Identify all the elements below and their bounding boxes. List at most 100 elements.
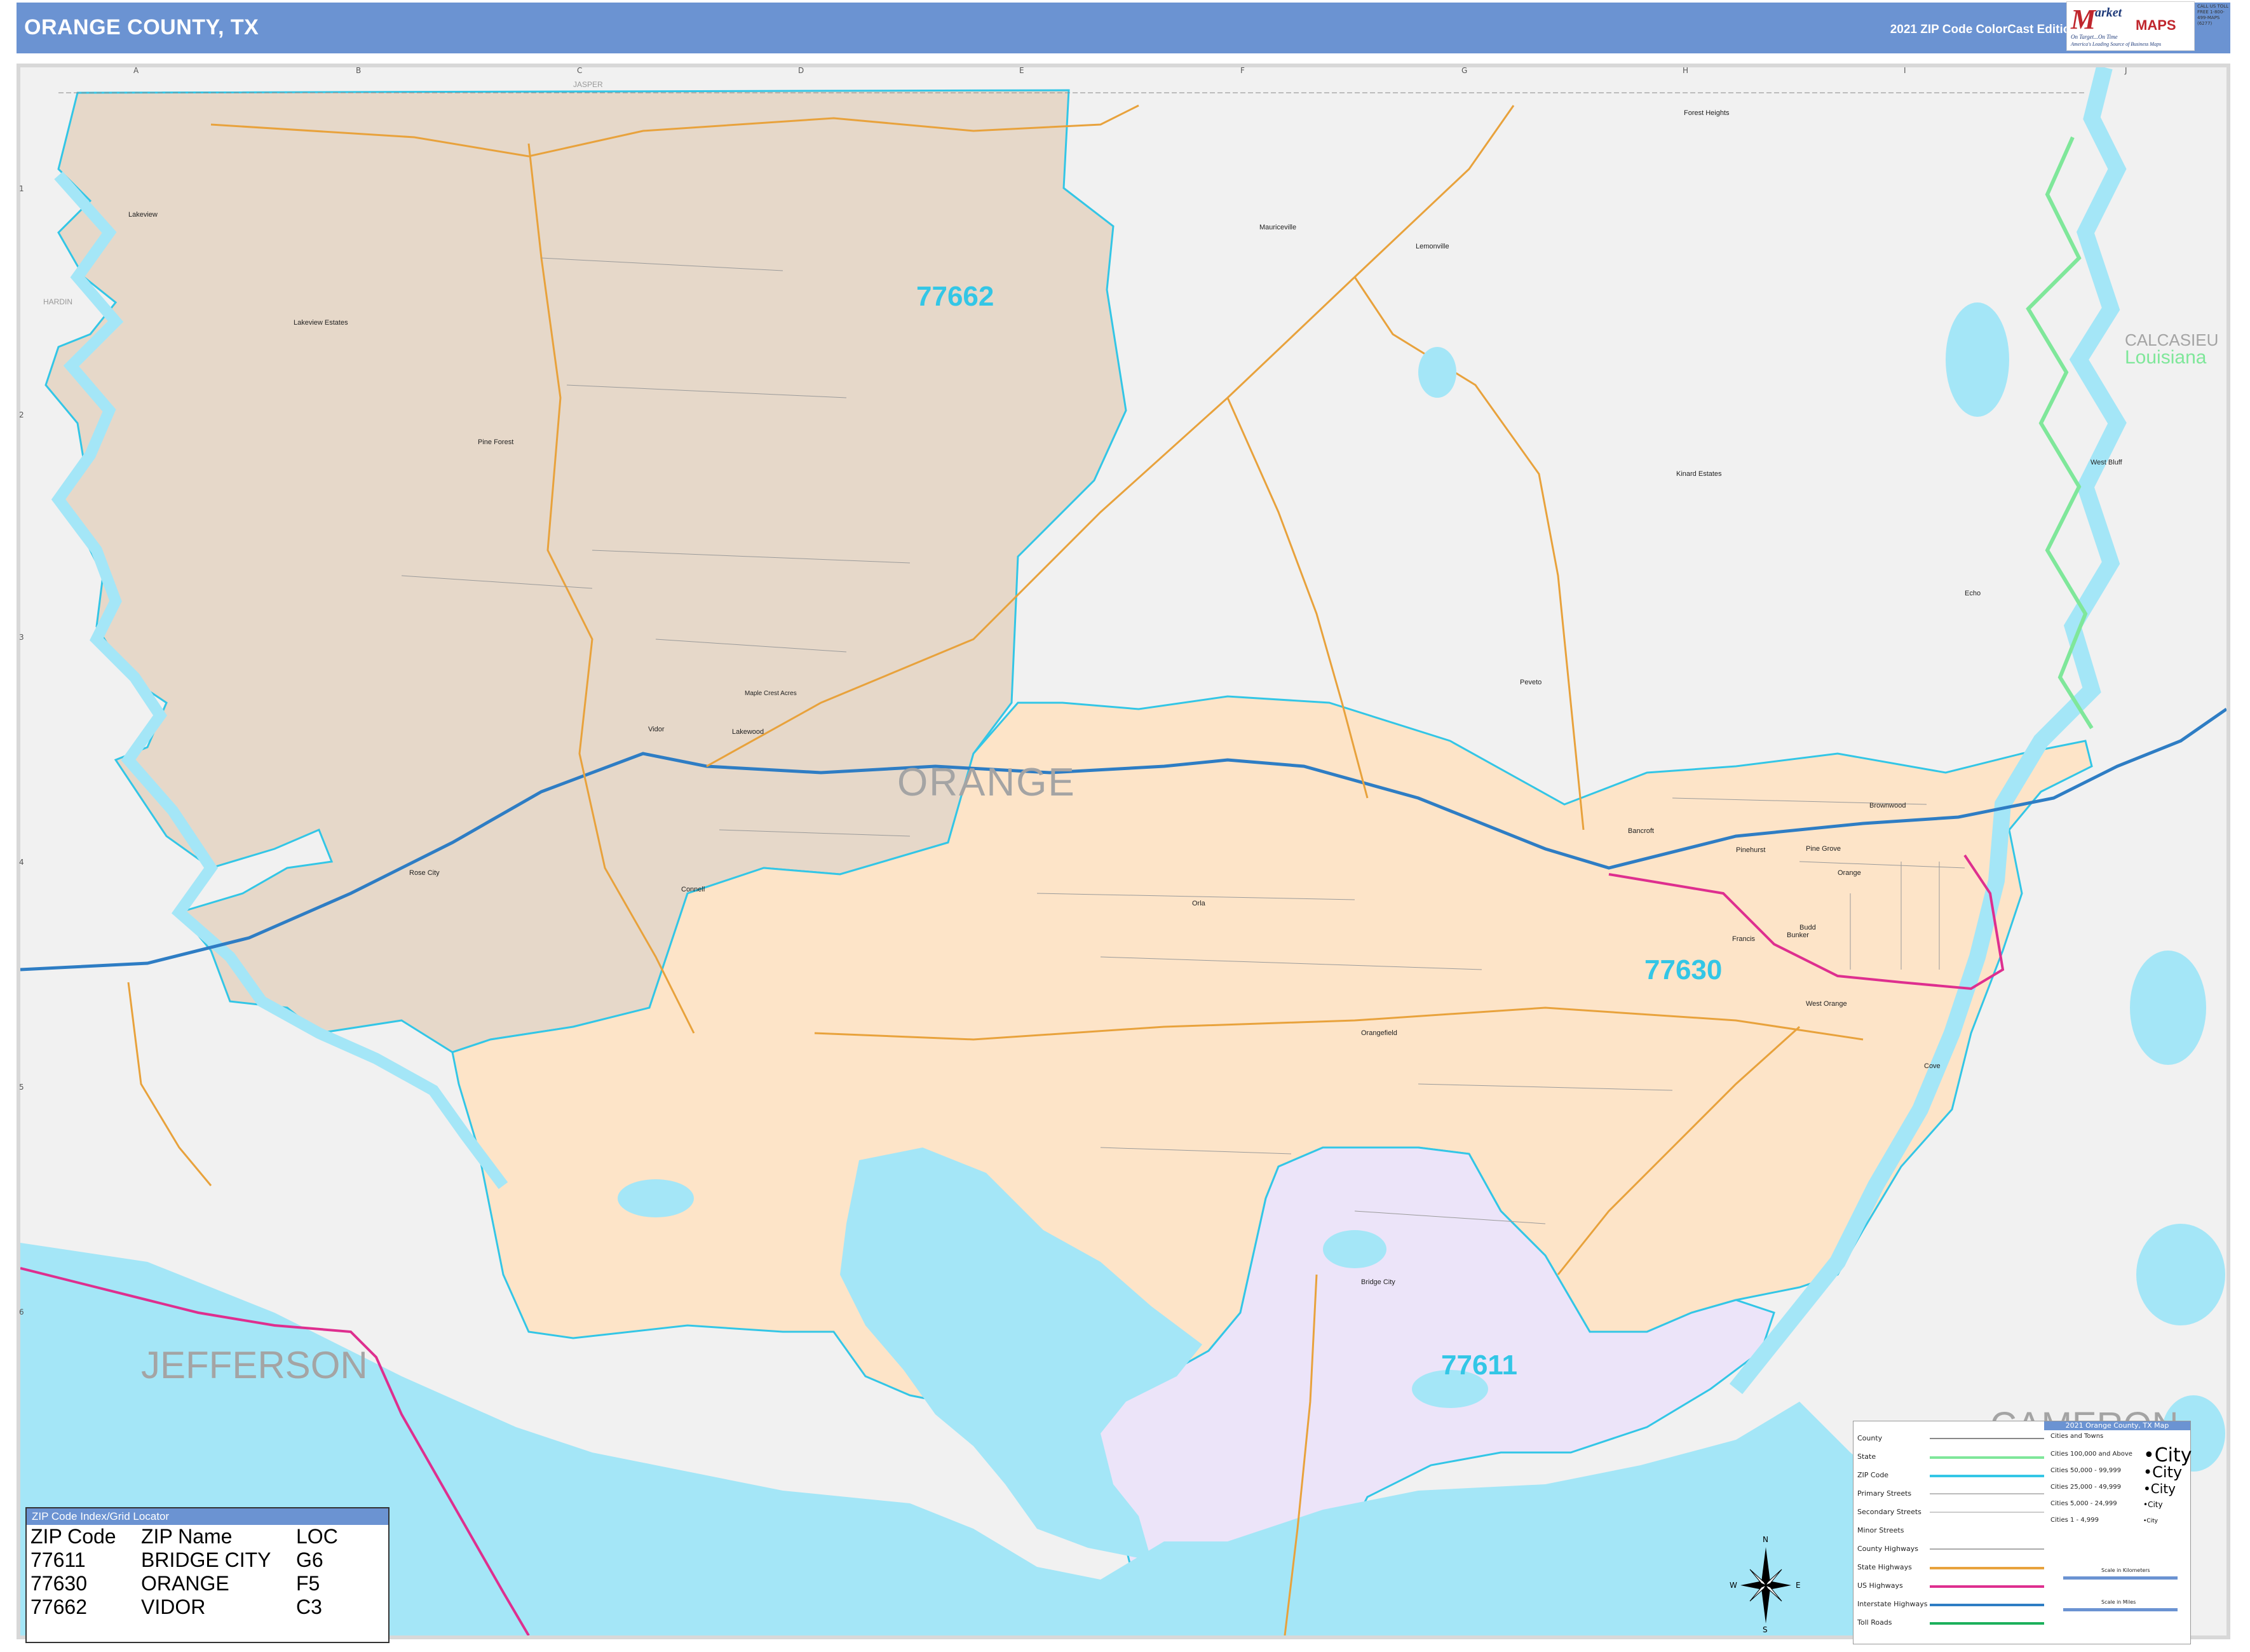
map-title: ORANGE COUNTY, TX <box>24 15 259 39</box>
jefferson-label: JEFFERSON <box>141 1344 368 1386</box>
legend-us-hwy: US Highways <box>1857 1581 1903 1590</box>
legend-interstate-line <box>1930 1604 2044 1606</box>
zip-index-table: ZIP Code Index/Grid Locator ZIP Code ZIP… <box>25 1507 390 1643</box>
jasper-label: JASPER <box>573 80 603 89</box>
zip-loc: F5 <box>296 1572 320 1595</box>
place-west-bluff: West Bluff <box>2091 459 2122 466</box>
grid-col-b: B <box>356 66 362 75</box>
place-orangefield: Orangefield <box>1361 1029 1397 1037</box>
grid-col-i: I <box>1904 66 1906 75</box>
place-lakewood: Lakewood <box>732 728 764 736</box>
place-budd: Budd <box>1799 924 1816 931</box>
zip-index-row[interactable]: 77611 BRIDGE CITY G6 <box>27 1548 388 1572</box>
zip-index-header: ZIP Code ZIP Name LOC <box>27 1525 388 1548</box>
place-forest-heights: Forest Heights <box>1684 109 1730 117</box>
legend-toll-line <box>1930 1622 2044 1625</box>
hardin-label: HARDIN <box>43 297 73 306</box>
place-orla: Orla <box>1192 900 1205 907</box>
legend-scale-mi: Scale in Miles <box>2101 1599 2136 1605</box>
logo-tagline: On Target...On Time <box>2071 34 2118 40</box>
grid-col-a: A <box>133 66 139 75</box>
map-svg <box>20 67 2226 1635</box>
zip-label-77662: 77662 <box>916 281 994 312</box>
grid-col-e: E <box>1019 66 1024 75</box>
place-cove: Cove <box>1924 1062 1941 1070</box>
grid-row-1: 1 <box>19 184 24 193</box>
logo-maps: MAPS <box>2136 17 2176 33</box>
louisiana-label: Louisiana <box>2125 347 2207 368</box>
legend-city-sample-2: •City <box>2143 1463 2183 1481</box>
legend-state: State <box>1857 1452 1876 1461</box>
place-peveto: Peveto <box>1520 679 1542 686</box>
legend-primary: Primary Streets <box>1857 1489 1912 1498</box>
compass-s: S <box>1763 1625 1768 1634</box>
logo-arket: arket <box>2095 6 2122 20</box>
grid-col-d: D <box>798 66 804 75</box>
zip-index-row[interactable]: 77630 ORANGE F5 <box>27 1572 388 1595</box>
place-francis: Francis <box>1732 935 1756 943</box>
map-legend: 2021 Orange County, TX Map County State … <box>1853 1421 2192 1644</box>
legend-city-class-1: Cities 100,000 and Above <box>2050 1451 2132 1458</box>
place-kinard-estates: Kinard Estates <box>1676 470 1722 478</box>
place-maple-crest: Maple Crest Acres <box>745 690 797 697</box>
legend-interstate: Interstate Highways <box>1857 1600 1928 1608</box>
legend-us-hwy-line <box>1930 1585 2044 1588</box>
place-lakeview: Lakeview <box>128 211 158 219</box>
place-lemonville: Lemonville <box>1416 243 1449 250</box>
zip-name: BRIDGE CITY <box>141 1548 271 1571</box>
legend-city-class-5: Cities 1 - 4,999 <box>2050 1517 2099 1524</box>
legend-primary-line <box>1930 1493 2044 1494</box>
logo-phone: CALL US TOLL FREE 1-800-499-MAPS (6277) <box>2197 4 2229 26</box>
place-mauriceville: Mauriceville <box>1259 224 1297 231</box>
grid-row-4: 4 <box>19 858 24 867</box>
grid-col-h: H <box>1683 66 1689 75</box>
col-zip-name: ZIP Name <box>141 1525 233 1548</box>
compass-rose: N S W E <box>1730 1535 1801 1634</box>
place-pine-forest: Pine Forest <box>478 438 514 446</box>
grid-row-5: 5 <box>19 1083 24 1092</box>
legend-cities-title: Cities and Towns <box>2050 1433 2104 1440</box>
place-orange: Orange <box>1838 869 1861 877</box>
place-vidor: Vidor <box>648 726 665 733</box>
compass-n: N <box>1763 1535 1768 1544</box>
legend-city-class-3: Cities 25,000 - 49,999 <box>2050 1484 2121 1491</box>
legend-county-hwy-line <box>1930 1548 2044 1550</box>
grid-row-6: 6 <box>19 1308 24 1317</box>
market-maps-logo: M arket MAPS On Target...On Time America… <box>2066 1 2195 51</box>
zip-index-row[interactable]: 77662 VIDOR C3 <box>27 1595 388 1619</box>
place-connell: Connell <box>681 886 705 893</box>
grid-col-f: F <box>1240 66 1245 75</box>
zip-code: 77662 <box>30 1595 87 1618</box>
county-label: ORANGE <box>897 761 1076 804</box>
scale-bar-mi <box>2063 1608 2178 1611</box>
compass-e: E <box>1796 1581 1801 1590</box>
legend-city-class-4: Cities 5,000 - 24,999 <box>2050 1500 2117 1507</box>
legend-county: County <box>1857 1434 1883 1442</box>
grid-row-2: 2 <box>19 410 24 419</box>
zip-code: 77630 <box>30 1572 87 1595</box>
legend-state-line <box>1930 1456 2044 1459</box>
grid-col-c: C <box>577 66 583 75</box>
legend-county-line <box>1930 1438 2044 1439</box>
col-loc: LOC <box>296 1525 338 1548</box>
place-brownwood: Brownwood <box>1869 802 1906 809</box>
map-header: ORANGE COUNTY, TX 2021 ZIP Code ColorCas… <box>17 3 2230 53</box>
zip-index-title: ZIP Code Index/Grid Locator <box>27 1508 388 1525</box>
place-bridge-city: Bridge City <box>1361 1278 1395 1286</box>
legend-county-hwy: County Highways <box>1857 1545 1918 1553</box>
map-canvas[interactable]: ORANGE JEFFERSON CAMERON CALCASIEU Louis… <box>17 64 2230 1639</box>
legend-zip-line <box>1930 1475 2044 1477</box>
legend-title: 2021 Orange County, TX Map <box>2044 1421 2190 1430</box>
legend-secondary: Secondary Streets <box>1857 1508 1921 1516</box>
col-zip-code: ZIP Code <box>30 1525 116 1548</box>
grid-row-3: 3 <box>19 633 24 642</box>
legend-toll: Toll Roads <box>1857 1618 1892 1627</box>
zip-loc: G6 <box>296 1548 323 1571</box>
legend-city-sample-3: •City <box>2143 1481 2176 1496</box>
logo-subtagline: America's Leading Source of Business Map… <box>2071 41 2162 47</box>
place-pinehurst: Pinehurst <box>1736 846 1766 854</box>
legend-city-class-2: Cities 50,000 - 99,999 <box>2050 1467 2121 1474</box>
legend-zip: ZIP Code <box>1857 1471 1889 1479</box>
place-echo: Echo <box>1965 590 1981 597</box>
legend-state-hwy: State Highways <box>1857 1563 1912 1571</box>
